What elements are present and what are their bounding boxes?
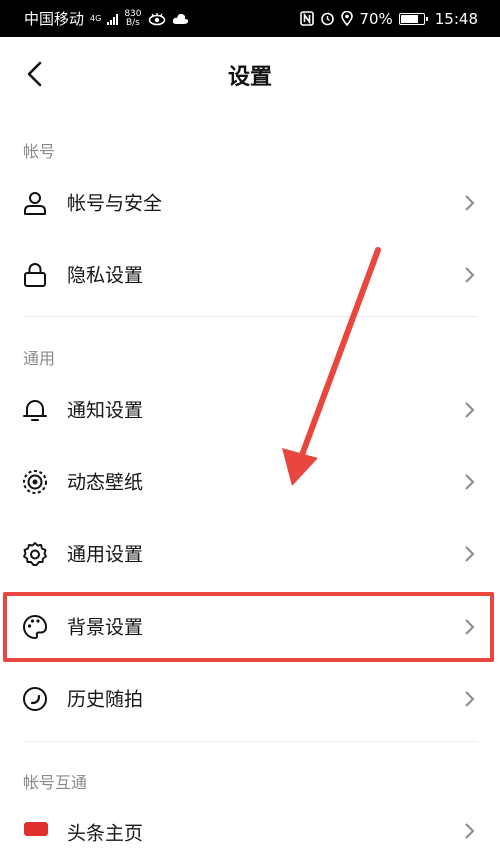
network-type: 4G: [90, 13, 102, 23]
settings-item-label: 历史随拍: [67, 688, 144, 711]
settings-item-live-wallpaper[interactable]: 动态壁纸: [0, 445, 500, 517]
highlight-box: [3, 592, 494, 662]
clock-time: 15:48: [434, 9, 478, 28]
settings-item-label: 动态壁纸: [67, 471, 144, 494]
alarm-icon: [321, 12, 335, 26]
lock-icon: [24, 263, 46, 287]
live-wallpaper-icon: [23, 470, 47, 494]
nav-bar: 设置: [0, 37, 500, 112]
chevron-right-icon: [465, 402, 475, 418]
page-title: 设置: [227, 65, 272, 90]
settings-item-toutiao[interactable]: 头条主页: [0, 794, 500, 866]
section-divider: [23, 316, 478, 317]
settings-item-privacy[interactable]: 隐私设置: [0, 238, 500, 310]
net-speed: 830 B/s: [124, 8, 142, 28]
settings-item-history[interactable]: 历史随拍: [0, 662, 500, 734]
chevron-right-icon: [465, 195, 475, 211]
battery-icon: [398, 12, 428, 25]
cloud-icon: [172, 13, 188, 24]
toutiao-icon: [24, 822, 48, 836]
settings-item-general[interactable]: 通用设置: [0, 517, 500, 589]
bell-icon: [23, 400, 47, 421]
battery-percent: 70%: [359, 9, 393, 28]
section-label-account: 帐号: [23, 142, 56, 161]
status-bar: 中国移动 4G 830 B/s 70% 15:48: [0, 0, 500, 37]
history-icon: [23, 687, 47, 711]
settings-item-label: 通用设置: [67, 543, 144, 566]
chevron-right-icon: [465, 267, 475, 283]
section-label-account-link: 帐号互通: [23, 773, 88, 792]
settings-item-label: 隐私设置: [67, 264, 144, 287]
settings-item-label: 通知设置: [67, 399, 144, 422]
gear-icon: [23, 542, 47, 566]
carrier-name: 中国移动: [24, 10, 85, 28]
chevron-right-icon: [465, 823, 475, 839]
eye-icon: [148, 12, 165, 25]
settings-item-account-security[interactable]: 帐号与安全: [0, 166, 500, 238]
section-label-general: 通用: [23, 349, 56, 368]
settings-item-label: 头条主页: [67, 822, 144, 845]
chevron-right-icon: [465, 474, 475, 490]
signal-icon: [107, 13, 119, 25]
user-icon: [24, 192, 46, 215]
chevron-right-icon: [465, 546, 475, 562]
chevron-right-icon: [465, 691, 475, 707]
location-icon: [341, 11, 354, 26]
nfc-icon: [300, 11, 315, 26]
settings-item-notifications[interactable]: 通知设置: [0, 373, 500, 445]
settings-item-label: 帐号与安全: [67, 192, 163, 215]
section-divider: [23, 741, 478, 742]
